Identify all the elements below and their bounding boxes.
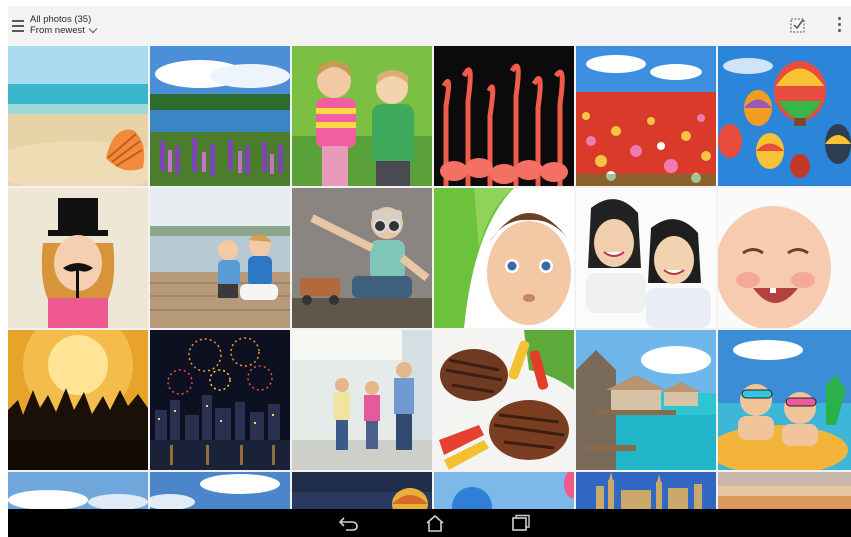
photo-thumbnail-concert[interactable]: [8, 330, 148, 470]
photo-thumbnail-laughing-baby[interactable]: [718, 188, 851, 328]
chevron-down-icon[interactable]: [88, 24, 98, 34]
photo-thumbnail-girl-top-hat[interactable]: [8, 188, 148, 328]
photo-thumbnail-beach-shell[interactable]: [8, 46, 148, 186]
more-vert-icon[interactable]: [836, 17, 842, 35]
recent-apps-icon[interactable]: [510, 514, 532, 532]
photo-thumbnail-boy-aviator[interactable]: [292, 188, 432, 328]
back-arrow-icon[interactable]: [338, 514, 360, 532]
photo-thumbnail-partial-2[interactable]: [150, 472, 290, 509]
photo-thumbnail-flamingos[interactable]: [434, 46, 574, 186]
photo-thumbnail-fireworks[interactable]: [150, 330, 290, 470]
photo-thumbnail-partial-6[interactable]: [718, 472, 851, 509]
photo-thumbnail-grilled-meat[interactable]: [434, 330, 574, 470]
photo-thumbnail-mother-child[interactable]: [150, 188, 290, 328]
photo-thumbnail-partial-3[interactable]: [292, 472, 432, 509]
gallery-screen: All photos (35) From newest: [8, 6, 851, 537]
photo-thumbnail-two-girls[interactable]: [576, 188, 716, 328]
sort-order-label[interactable]: From newest: [30, 25, 85, 36]
photo-thumbnail-kids-pool[interactable]: [718, 330, 851, 470]
photo-thumbnail-partial-1[interactable]: [8, 472, 148, 509]
home-icon[interactable]: [424, 514, 446, 532]
hamburger-menu-icon[interactable]: [12, 20, 24, 33]
photo-thumbnail-lake-lupines[interactable]: [150, 46, 290, 186]
photo-grid: [8, 46, 851, 509]
album-title: All photos (35): [30, 14, 92, 25]
photo-thumbnail-baby-towel[interactable]: [434, 188, 574, 328]
top-app-bar: All photos (35) From newest: [8, 6, 851, 46]
photo-thumbnail-tulip-field[interactable]: [576, 46, 716, 186]
photo-thumbnail-partial-4[interactable]: [434, 472, 574, 509]
system-navigation-bar: [8, 509, 851, 537]
photo-thumbnail-toddlers[interactable]: [292, 46, 432, 186]
photo-thumbnail-family-walking[interactable]: [292, 330, 432, 470]
photo-thumbnail-partial-5[interactable]: [576, 472, 716, 509]
photo-thumbnail-overwater-villas[interactable]: [576, 330, 716, 470]
select-checkbox-icon[interactable]: [790, 17, 806, 33]
photo-thumbnail-hot-air-balloons[interactable]: [718, 46, 851, 186]
album-title-block[interactable]: All photos (35) From newest: [30, 14, 98, 36]
